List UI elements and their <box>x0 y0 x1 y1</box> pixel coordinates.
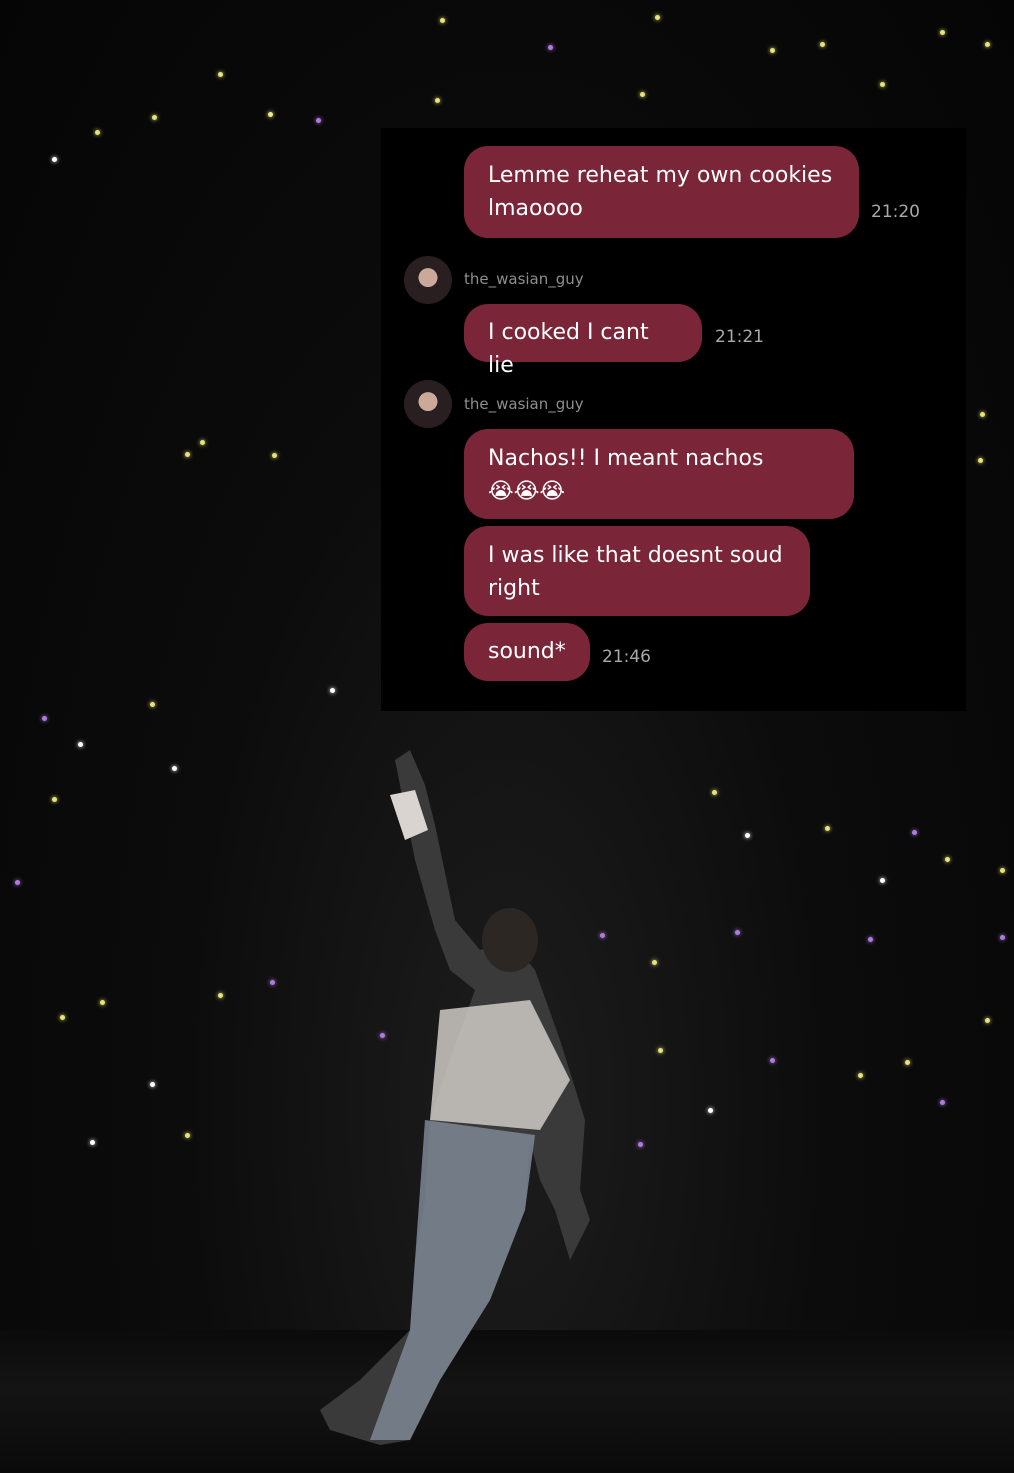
crowd-light <box>440 18 445 23</box>
crowd-light <box>52 157 57 162</box>
crowd-light <box>658 1048 663 1053</box>
crowd-light <box>435 98 440 103</box>
crowd-light <box>905 1060 910 1065</box>
crowd-light <box>185 1133 190 1138</box>
crowd-light <box>95 130 100 135</box>
crowd-light <box>100 1000 105 1005</box>
crowd-light <box>152 115 157 120</box>
crowd-light <box>655 15 660 20</box>
crowd-light <box>770 48 775 53</box>
crowd-light <box>880 878 885 883</box>
performer-silhouette <box>320 750 590 1445</box>
crowd-light <box>218 993 223 998</box>
crowd-light <box>548 45 553 50</box>
crowd-light <box>200 440 205 445</box>
crowd-light <box>978 458 983 463</box>
crowd-light <box>985 1018 990 1023</box>
crowd-light <box>825 826 830 831</box>
crowd-light <box>316 118 321 123</box>
crowd-light <box>940 30 945 35</box>
message-bubble[interactable]: I was like that doesnt soud right <box>464 526 810 616</box>
crowd-light <box>820 42 825 47</box>
crowd-light <box>980 412 985 417</box>
avatar[interactable] <box>404 256 452 304</box>
crowd-light <box>652 960 657 965</box>
crowd-light <box>330 688 335 693</box>
crowd-light <box>270 980 275 985</box>
crowd-light <box>42 716 47 721</box>
message-bubble[interactable]: sound* <box>464 623 590 681</box>
crowd-light <box>858 1073 863 1078</box>
crowd-light <box>272 453 277 458</box>
sender-username[interactable]: the_wasian_guy <box>464 395 584 413</box>
crowd-light <box>52 797 57 802</box>
avatar[interactable] <box>404 380 452 428</box>
crowd-light <box>712 790 717 795</box>
crowd-light <box>770 1058 775 1063</box>
crowd-light <box>78 742 83 747</box>
crowd-light <box>640 92 645 97</box>
crowd-light <box>218 72 223 77</box>
message-timestamp: 21:46 <box>602 647 651 667</box>
crowd-light <box>912 830 917 835</box>
crowd-light <box>745 833 750 838</box>
message-timestamp: 21:21 <box>715 327 764 347</box>
crowd-light <box>985 42 990 47</box>
chat-panel: Lemme reheat my own cookies lmaoooo 21:2… <box>381 128 966 711</box>
message-timestamp: 21:20 <box>871 202 920 222</box>
crowd-light <box>945 857 950 862</box>
message-bubble[interactable]: Nachos!! I meant nachos😭😭😭 <box>464 429 854 519</box>
crowd-light <box>150 1082 155 1087</box>
crowd-light <box>940 1100 945 1105</box>
crowd-light <box>268 112 273 117</box>
crowd-light <box>185 452 190 457</box>
crowd-light <box>868 937 873 942</box>
crowd-light <box>708 1108 713 1113</box>
message-bubble[interactable]: Lemme reheat my own cookies lmaoooo <box>464 146 859 238</box>
crowd-light <box>150 702 155 707</box>
message-bubble[interactable]: I cooked I cant lie <box>464 304 702 378</box>
crowd-light <box>1000 935 1005 940</box>
crowd-light <box>1000 868 1005 873</box>
crowd-light <box>90 1140 95 1145</box>
crowd-light <box>15 880 20 885</box>
crowd-light <box>880 82 885 87</box>
crowd-light <box>60 1015 65 1020</box>
crowd-light <box>638 1142 643 1147</box>
crowd-light <box>735 930 740 935</box>
crowd-light <box>172 766 177 771</box>
sender-username[interactable]: the_wasian_guy <box>464 270 584 288</box>
